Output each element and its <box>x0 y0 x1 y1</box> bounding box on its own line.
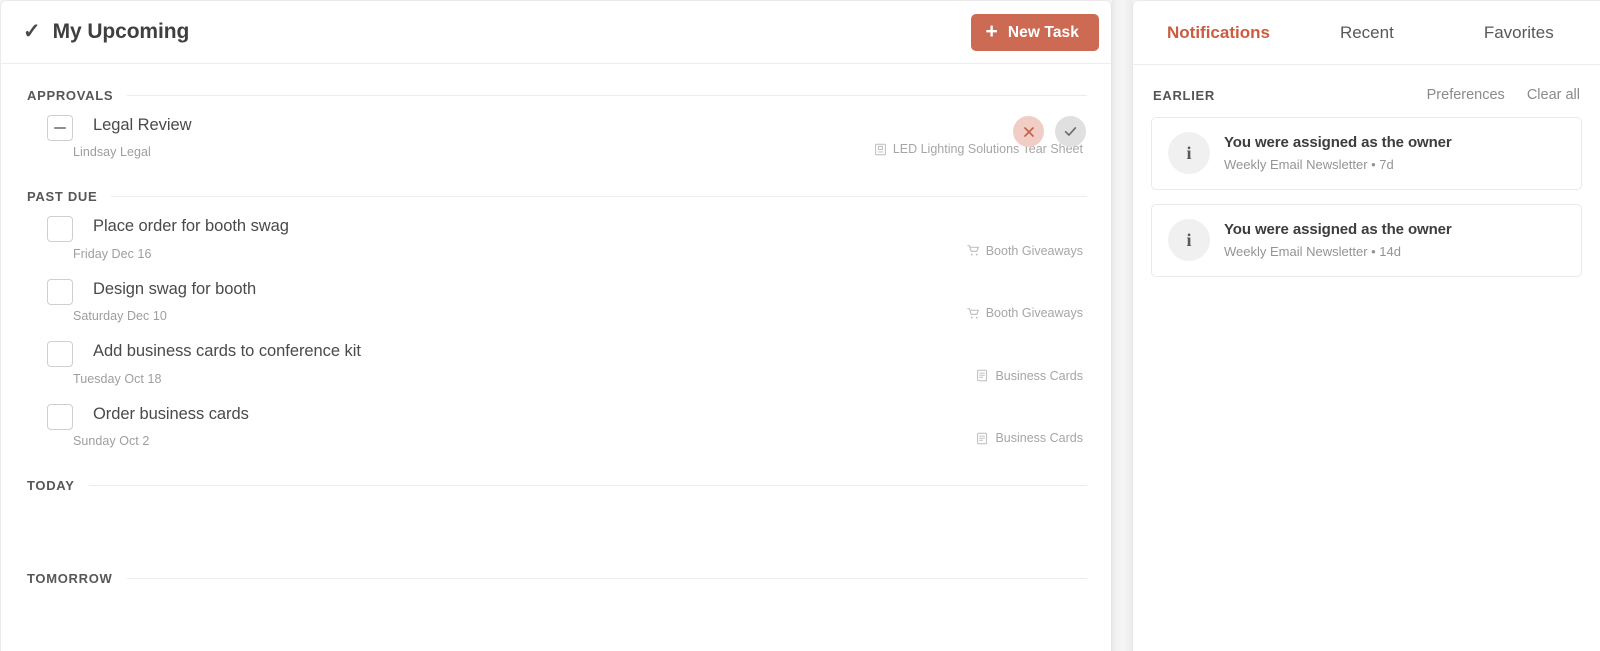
page-title-group: ✓ My Upcoming <box>23 20 189 44</box>
task-project-label: Business Cards <box>995 431 1083 446</box>
task-main: Order business cards Sunday Oct 2 <box>27 403 1087 448</box>
page-title: My Upcoming <box>52 20 190 43</box>
cart-icon <box>967 307 980 320</box>
task-name[interactable]: Legal Review <box>93 115 192 136</box>
check-icon: ✓ <box>23 19 41 43</box>
tab-notifications[interactable]: Notifications <box>1151 24 1286 41</box>
task-checkbox[interactable] <box>47 341 73 368</box>
task-meta: Lindsay Legal <box>73 145 151 160</box>
group-actions: Preferences Clear all <box>1427 87 1580 103</box>
section-header: APPROVALS <box>1 88 1111 103</box>
reject-approval-button[interactable] <box>1013 116 1044 147</box>
section-label: TODAY <box>27 478 75 494</box>
notification-text: You were assigned as the owner Weekly Ema… <box>1224 134 1452 172</box>
section-label: TOMORROW <box>27 571 113 587</box>
task-project-tag[interactable]: Booth Giveaways <box>967 306 1083 320</box>
task-meta: Friday Dec 16 <box>73 246 152 261</box>
tab-recent[interactable]: Recent <box>1324 24 1410 41</box>
notifications-body: EARLIER Preferences Clear all i You were a… <box>1133 65 1600 651</box>
task-text: Order business cards Sunday Oct 2 <box>73 403 249 448</box>
section-label: PAST DUE <box>27 189 98 205</box>
section-rule <box>127 95 1087 96</box>
task-checkbox[interactable] <box>47 216 73 243</box>
approve-button[interactable] <box>1055 116 1086 147</box>
task-project-tag[interactable]: Booth Giveaways <box>967 244 1083 258</box>
info-icon: i <box>1168 219 1210 261</box>
task-project-label: Booth Giveaways <box>985 306 1083 321</box>
notifications-panel: Notifications Recent Favorites EARLIER Pre… <box>1132 0 1600 651</box>
tear-sheet-icon <box>874 143 887 156</box>
group-label: EARLIER <box>1153 87 1215 103</box>
section-rule <box>126 578 1087 580</box>
task-row[interactable]: Legal Review Lindsay Legal LED Lighting So… <box>1 103 1111 165</box>
note-icon <box>976 369 989 382</box>
section-rule <box>88 485 1087 487</box>
cart-icon <box>967 244 980 257</box>
task-main: Add business cards to conference kit Tues… <box>27 340 1087 386</box>
notification-card[interactable]: i You were assigned as the owner Weekly Em… <box>1151 117 1582 190</box>
plus-icon: + <box>985 20 998 43</box>
empty-section-spacer <box>1 586 1111 640</box>
panel-divider <box>1112 0 1132 651</box>
task-name[interactable]: Place order for booth swag <box>93 216 289 237</box>
task-checkbox[interactable] <box>47 403 73 430</box>
task-checkbox[interactable] <box>47 278 73 305</box>
info-icon: i <box>1168 132 1210 174</box>
notification-title: You were assigned as the owner <box>1224 221 1452 238</box>
section-header: TODAY <box>1 478 1111 493</box>
preferences-button[interactable]: Preferences <box>1427 87 1505 103</box>
task-project-tag[interactable]: Business Cards <box>976 369 1083 383</box>
clear-all-button[interactable]: Clear all <box>1527 87 1580 103</box>
section-label: APPROVALS <box>27 88 114 103</box>
new-task-label: New Task <box>1007 23 1079 41</box>
task-list: APPROVALS Legal Review Lindsay Legal LED Li… <box>1 64 1111 651</box>
task-row[interactable]: Design swag for booth Saturday Dec 10 Boot… <box>1 267 1111 329</box>
minus-icon <box>54 127 66 129</box>
note-icon <box>976 432 989 445</box>
task-row[interactable]: Add business cards to conference kit Tues… <box>1 329 1111 391</box>
notification-list: i You were assigned as the owner Weekly Em… <box>1151 117 1582 277</box>
task-meta: Saturday Dec 10 <box>73 309 167 324</box>
notification-group-header: EARLIER Preferences Clear all <box>1151 87 1582 103</box>
task-text: Place order for booth swag Friday Dec 16 <box>73 215 289 260</box>
task-meta: Tuesday Oct 18 <box>73 371 162 386</box>
task-meta: Sunday Oct 2 <box>73 434 150 449</box>
task-main: Place order for booth swag Friday Dec 16 <box>27 215 1087 261</box>
task-checkbox-indeterminate[interactable] <box>47 115 73 141</box>
notification-subtitle: Weekly Email Newsletter • 7d <box>1224 157 1394 172</box>
task-name[interactable]: Order business cards <box>93 404 249 425</box>
task-main: Design swag for booth Saturday Dec 10 <box>27 278 1087 323</box>
task-project-tag[interactable]: Business Cards <box>976 431 1083 445</box>
task-name[interactable]: Add business cards to conference kit <box>93 341 361 362</box>
notification-text: You were assigned as the owner Weekly Ema… <box>1224 221 1452 259</box>
notification-card[interactable]: i You were assigned as the owner Weekly Em… <box>1151 204 1582 277</box>
new-task-button[interactable]: + New Task <box>971 14 1099 51</box>
tab-favorites[interactable]: Favorites <box>1468 24 1570 41</box>
task-text: Design swag for booth Saturday Dec 10 <box>73 278 256 323</box>
task-row[interactable]: Place order for booth swag Friday Dec 16 B… <box>1 204 1111 266</box>
empty-section-spacer <box>1 493 1111 547</box>
section-rule <box>111 196 1087 198</box>
my-upcoming-panel: ✓ My Upcoming + New Task APPROVALS Legal … <box>0 0 1112 651</box>
notification-title: You were assigned as the owner <box>1224 134 1452 151</box>
task-project-label: Booth Giveaways <box>985 243 1083 258</box>
app-root: ✓ My Upcoming + New Task APPROVALS Legal … <box>0 0 1600 651</box>
task-row[interactable]: Order business cards Sunday Oct 2 Business… <box>1 392 1111 454</box>
task-text: Legal Review Lindsay Legal <box>73 114 192 159</box>
section-header: PAST DUE <box>1 189 1111 204</box>
panel-tabs: Notifications Recent Favorites <box>1133 1 1600 65</box>
notification-subtitle: Weekly Email Newsletter • 14d <box>1224 244 1401 259</box>
task-text: Add business cards to conference kit Tues… <box>73 340 361 385</box>
task-name[interactable]: Design swag for booth <box>93 279 256 300</box>
section-header: TOMORROW <box>1 571 1111 586</box>
panel-header: ✓ My Upcoming + New Task <box>1 1 1111 64</box>
task-project-label: Business Cards <box>995 368 1083 383</box>
approval-actions <box>1013 116 1086 147</box>
